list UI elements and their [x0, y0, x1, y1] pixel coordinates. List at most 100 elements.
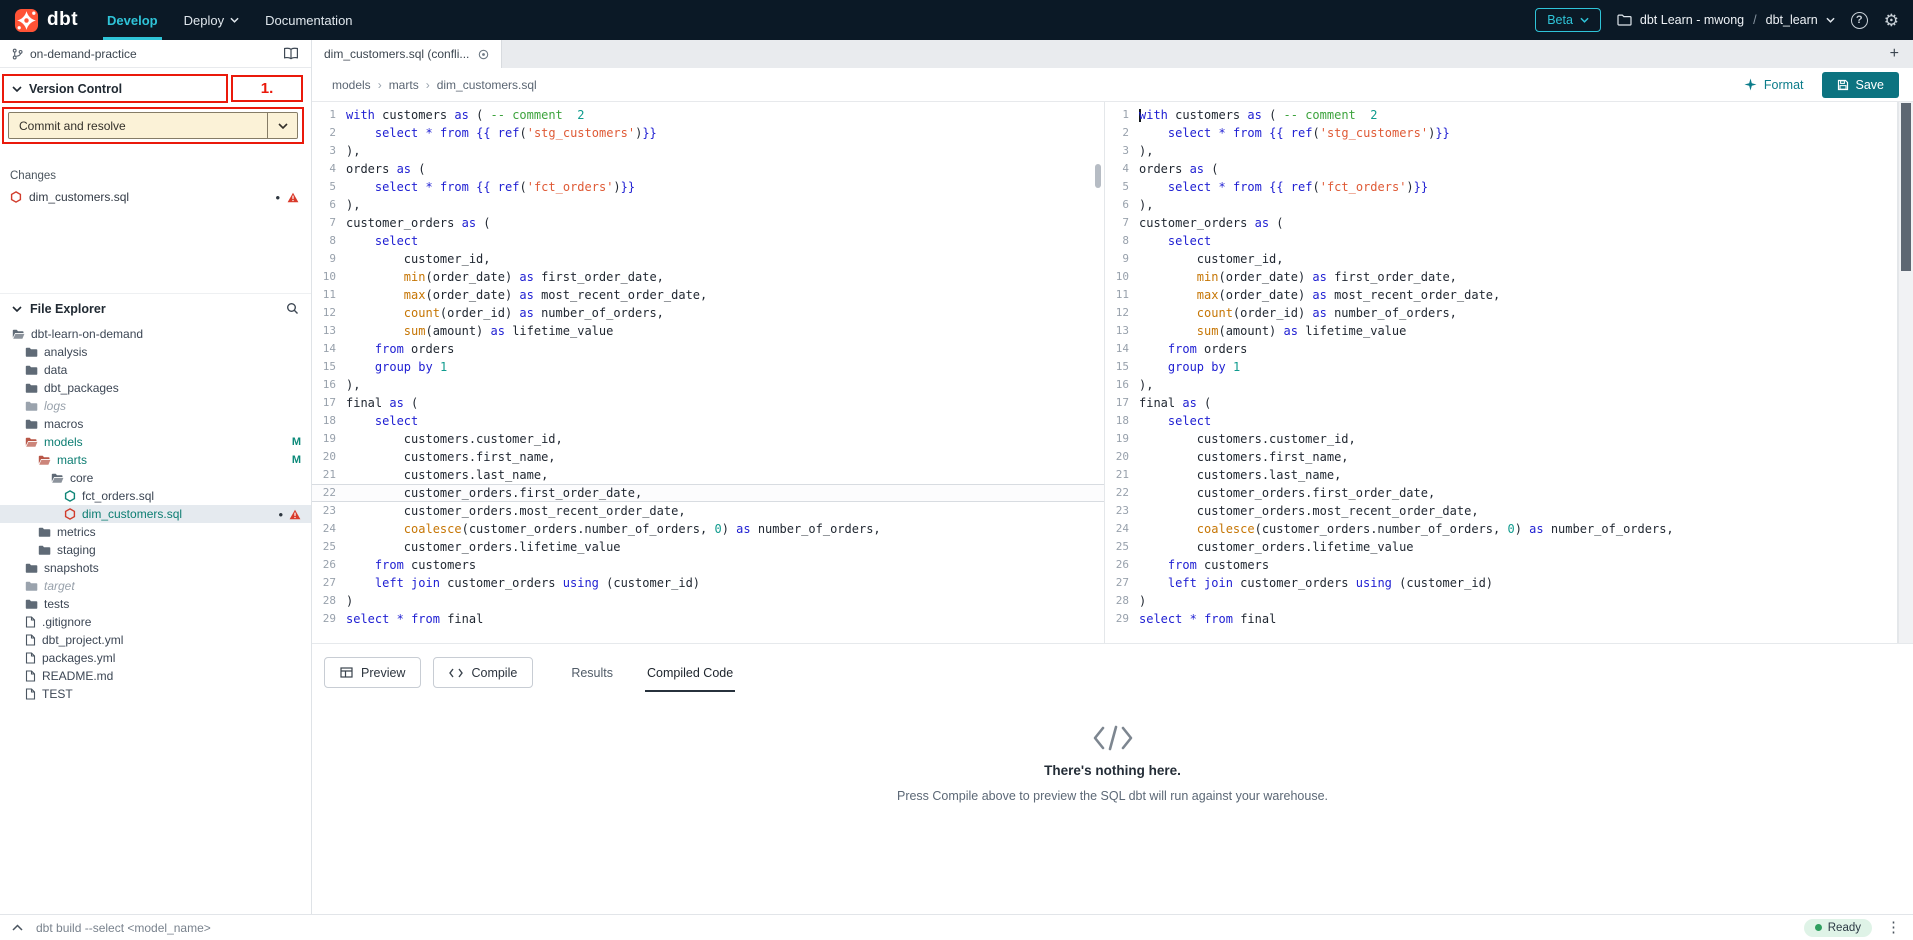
code-line-25[interactable]: 25 customer_orders.lifetime_value	[1105, 538, 1897, 556]
tree-item-packages.yml[interactable]: packages.yml	[0, 649, 311, 667]
code-line-23[interactable]: 23 customer_orders.most_recent_order_dat…	[1105, 502, 1897, 520]
code-line-6[interactable]: 6),	[1105, 196, 1897, 214]
code-line-5[interactable]: 5 select * from {{ ref('fct_orders')}}	[1105, 178, 1897, 196]
tab-dim-customers[interactable]: dim_customers.sql (confli...	[312, 40, 502, 68]
code-line-20[interactable]: 20 customers.first_name,	[312, 448, 1104, 466]
tree-item-macros[interactable]: macros	[0, 415, 311, 433]
scrollbar-track[interactable]	[1898, 102, 1913, 643]
tree-item-data[interactable]: data	[0, 361, 311, 379]
breadcrumb-item-dim_customers.sql[interactable]: dim_customers.sql	[437, 78, 537, 92]
code-line-3[interactable]: 3),	[1105, 142, 1897, 160]
code-line-27[interactable]: 27 left join customer_orders using (cust…	[1105, 574, 1897, 592]
tree-item-snapshots[interactable]: snapshots	[0, 559, 311, 577]
format-button[interactable]: Format	[1744, 78, 1804, 92]
code-line-10[interactable]: 10 min(order_date) as first_order_date,	[312, 268, 1104, 286]
code-line-3[interactable]: 3),	[312, 142, 1104, 160]
code-line-14[interactable]: 14 from orders	[1105, 340, 1897, 358]
tree-item-marts[interactable]: martsM	[0, 451, 311, 469]
code-line-4[interactable]: 4orders as (	[312, 160, 1104, 178]
code-line-18[interactable]: 18 select	[312, 412, 1104, 430]
breadcrumb-item-models[interactable]: models	[332, 78, 371, 92]
code-line-8[interactable]: 8 select	[312, 232, 1104, 250]
code-line-13[interactable]: 13 sum(amount) as lifetime_value	[312, 322, 1104, 340]
tree-item-target[interactable]: target	[0, 577, 311, 595]
code-line-27[interactable]: 27 left join customer_orders using (cust…	[312, 574, 1104, 592]
code-line-10[interactable]: 10 min(order_date) as first_order_date,	[1105, 268, 1897, 286]
code-line-5[interactable]: 5 select * from {{ ref('fct_orders')}}	[312, 178, 1104, 196]
code-line-2[interactable]: 2 select * from {{ ref('stg_customers')}…	[312, 124, 1104, 142]
scrollbar-thumb[interactable]	[1901, 103, 1911, 271]
code-line-1[interactable]: 1with customers as ( -- comment 2	[312, 106, 1104, 124]
code-line-22[interactable]: 22 customer_orders.first_order_date,	[1105, 484, 1897, 502]
file-explorer-header[interactable]: File Explorer	[0, 293, 311, 323]
tab-status-icon[interactable]	[478, 49, 489, 60]
dbt-logo[interactable]: dbt	[14, 8, 78, 33]
tree-item-fct_orders.sql[interactable]: fct_orders.sql	[0, 487, 311, 505]
code-line-9[interactable]: 9 customer_id,	[312, 250, 1104, 268]
tree-item-dim_customers.sql[interactable]: dim_customers.sql•	[0, 505, 311, 523]
panel-tab-results[interactable]: Results	[569, 653, 615, 692]
code-line-14[interactable]: 14 from orders	[312, 340, 1104, 358]
chevron-up-icon[interactable]	[12, 924, 23, 931]
code-line-26[interactable]: 26 from customers	[1105, 556, 1897, 574]
commit-and-resolve-button[interactable]: Commit and resolve	[9, 113, 267, 138]
code-line-13[interactable]: 13 sum(amount) as lifetime_value	[1105, 322, 1897, 340]
code-line-25[interactable]: 25 customer_orders.lifetime_value	[312, 538, 1104, 556]
code-line-23[interactable]: 23 customer_orders.most_recent_order_dat…	[312, 502, 1104, 520]
code-line-9[interactable]: 9 customer_id,	[1105, 250, 1897, 268]
nav-item-deploy[interactable]: Deploy	[171, 0, 252, 40]
help-icon[interactable]: ?	[1851, 12, 1868, 29]
code-line-26[interactable]: 26 from customers	[312, 556, 1104, 574]
save-button[interactable]: Save	[1822, 72, 1900, 98]
code-line-20[interactable]: 20 customers.first_name,	[1105, 448, 1897, 466]
code-line-16[interactable]: 16),	[1105, 376, 1897, 394]
code-line-19[interactable]: 19 customers.customer_id,	[1105, 430, 1897, 448]
code-line-21[interactable]: 21 customers.last_name,	[1105, 466, 1897, 484]
tree-item-dbt-learn-on-demand[interactable]: dbt-learn-on-demand	[0, 325, 311, 343]
code-line-11[interactable]: 11 max(order_date) as most_recent_order_…	[1105, 286, 1897, 304]
tree-item-analysis[interactable]: analysis	[0, 343, 311, 361]
command-input[interactable]: dbt build --select <model_name>	[36, 921, 211, 935]
breadcrumb-item-marts[interactable]: marts	[389, 78, 419, 92]
tree-item-models[interactable]: modelsM	[0, 433, 311, 451]
version-control-header[interactable]: Version Control	[4, 74, 122, 103]
compile-button[interactable]: Compile	[433, 657, 533, 688]
nav-item-documentation[interactable]: Documentation	[252, 0, 365, 40]
docs-book-icon[interactable]	[283, 47, 299, 60]
code-line-17[interactable]: 17final as (	[312, 394, 1104, 412]
tree-item-metrics[interactable]: metrics	[0, 523, 311, 541]
code-line-7[interactable]: 7customer_orders as (	[312, 214, 1104, 232]
code-line-2[interactable]: 2 select * from {{ ref('stg_customers')}…	[1105, 124, 1897, 142]
tree-item-dbt_packages[interactable]: dbt_packages	[0, 379, 311, 397]
commit-options-caret[interactable]	[267, 113, 297, 138]
code-line-12[interactable]: 12 count(order_id) as number_of_orders,	[1105, 304, 1897, 322]
code-line-16[interactable]: 16),	[312, 376, 1104, 394]
code-line-17[interactable]: 17final as (	[1105, 394, 1897, 412]
code-line-12[interactable]: 12 count(order_id) as number_of_orders,	[312, 304, 1104, 322]
code-line-15[interactable]: 15 group by 1	[312, 358, 1104, 376]
changed-file-dim_customers.sql[interactable]: dim_customers.sql•	[0, 187, 311, 207]
nav-item-develop[interactable]: Develop	[94, 0, 171, 40]
tree-item-TEST[interactable]: TEST	[0, 685, 311, 703]
code-line-15[interactable]: 15 group by 1	[1105, 358, 1897, 376]
tree-item-tests[interactable]: tests	[0, 595, 311, 613]
branch-row[interactable]: on-demand-practice	[0, 40, 311, 68]
kebab-menu-icon[interactable]: ⋮	[1886, 920, 1901, 935]
tree-item-core[interactable]: core	[0, 469, 311, 487]
tree-item-staging[interactable]: staging	[0, 541, 311, 559]
tree-item-.gitignore[interactable]: .gitignore	[0, 613, 311, 631]
left-pane-scrollbar[interactable]	[1095, 164, 1101, 188]
code-line-21[interactable]: 21 customers.last_name,	[312, 466, 1104, 484]
code-line-4[interactable]: 4orders as (	[1105, 160, 1897, 178]
code-line-24[interactable]: 24 coalesce(customer_orders.number_of_or…	[1105, 520, 1897, 538]
code-line-1[interactable]: 1with customers as ( -- comment 2	[1105, 106, 1897, 124]
code-line-8[interactable]: 8 select	[1105, 232, 1897, 250]
code-line-24[interactable]: 24 coalesce(customer_orders.number_of_or…	[312, 520, 1104, 538]
code-line-7[interactable]: 7customer_orders as (	[1105, 214, 1897, 232]
code-line-6[interactable]: 6),	[312, 196, 1104, 214]
settings-gear-icon[interactable]: ⚙	[1884, 12, 1899, 29]
search-icon[interactable]	[286, 302, 299, 315]
code-line-18[interactable]: 18 select	[1105, 412, 1897, 430]
new-tab-button[interactable]: +	[1890, 46, 1899, 62]
code-line-28[interactable]: 28)	[1105, 592, 1897, 610]
